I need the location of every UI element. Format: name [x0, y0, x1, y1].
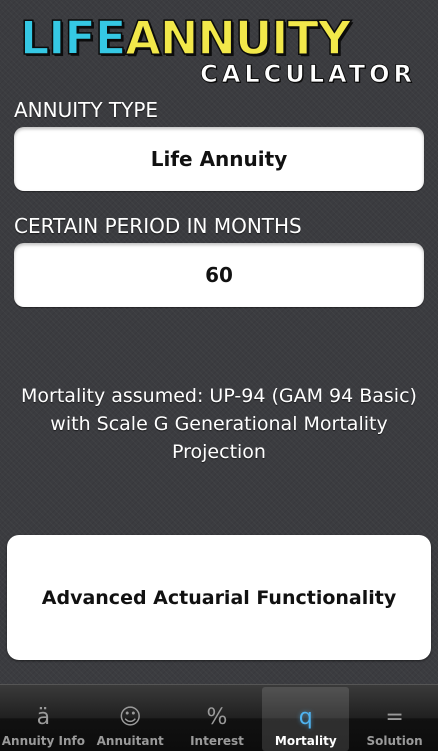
tab-label-solution: Solution: [366, 734, 423, 748]
percent-icon: %: [206, 705, 228, 730]
tab-label-interest: Interest: [190, 734, 244, 748]
q-letter-icon: q: [298, 705, 313, 730]
mortality-note-line-1: Mortality assumed: UP-94 (GAM 94 Basic): [21, 385, 417, 407]
tab-mortality[interactable]: q Mortality: [262, 687, 350, 751]
mortality-note: Mortality assumed: UP-94 (GAM 94 Basic) …: [10, 382, 428, 466]
tab-annuity-info[interactable]: ä Annuity Info: [0, 685, 87, 751]
logo-subtitle: CALCULATOR: [200, 60, 416, 88]
smiley-icon: ☺: [118, 705, 142, 730]
logo-word-life: LIFE: [19, 11, 127, 65]
certain-period-label: CERTAIN PERIOD IN MONTHS: [14, 214, 302, 238]
logo-word-annuity: ANNUITY: [125, 11, 352, 65]
annuity-type-value: Life Annuity: [150, 147, 288, 171]
certain-period-field[interactable]: 60: [14, 243, 424, 307]
annuity-type-label: ANNUITY TYPE: [14, 98, 159, 122]
equals-icon: =: [385, 705, 404, 730]
tab-label-annuity-info: Annuity Info: [1, 734, 86, 748]
mortality-note-line-3: Projection: [172, 441, 266, 463]
a-umlaut-icon: ä: [36, 705, 51, 730]
advanced-actuarial-button[interactable]: Advanced Actuarial Functionality: [7, 535, 431, 660]
mortality-note-line-2: with Scale G Generational Mortality: [50, 413, 388, 435]
tab-annuitant[interactable]: ☺ Annuitant: [87, 685, 174, 751]
advanced-actuarial-label: Advanced Actuarial Functionality: [41, 586, 397, 609]
app-logo: LIFEANNUITY CALCULATOR: [0, 12, 438, 88]
tab-label-mortality: Mortality: [274, 734, 337, 748]
tab-solution[interactable]: = Solution: [351, 685, 438, 751]
logo-title: LIFEANNUITY: [19, 11, 352, 65]
tab-bar: ä Annuity Info ☺ Annuitant % Interest q …: [0, 684, 438, 751]
certain-period-value: 60: [205, 263, 233, 287]
tab-label-annuitant: Annuitant: [96, 734, 164, 748]
tab-interest[interactable]: % Interest: [174, 685, 261, 751]
annuity-type-selector[interactable]: Life Annuity: [14, 127, 424, 191]
